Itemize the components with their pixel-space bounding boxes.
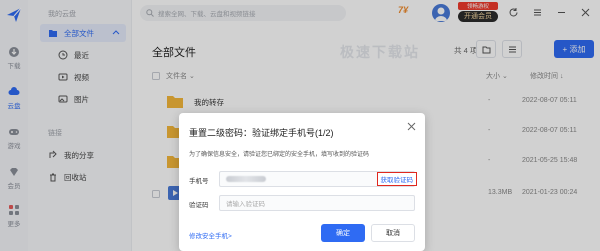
get-code-button[interactable]: 获取验证码 bbox=[376, 172, 417, 186]
phone-label: 手机号 bbox=[189, 178, 209, 185]
change-phone-link[interactable]: 修改安全手机> bbox=[189, 230, 232, 240]
confirm-button[interactable]: 确定 bbox=[321, 224, 365, 242]
reset-password-dialog: 重置二级密码：验证绑定手机号(1/2) 为了确保信息安全，请验证您已绑定的安全手… bbox=[179, 113, 425, 251]
phone-number-masked bbox=[226, 176, 266, 182]
dialog-description: 为了确保信息安全，请验证您已绑定的安全手机，填写收到的验证码 bbox=[189, 152, 370, 158]
cancel-button[interactable]: 取消 bbox=[371, 224, 415, 242]
dialog-title: 重置二级密码：验证绑定手机号(1/2) bbox=[189, 128, 334, 138]
close-icon[interactable] bbox=[407, 122, 416, 131]
code-label: 验证码 bbox=[189, 202, 209, 209]
code-input[interactable]: 请输入验证码 bbox=[219, 195, 415, 211]
code-placeholder: 请输入验证码 bbox=[226, 201, 265, 208]
